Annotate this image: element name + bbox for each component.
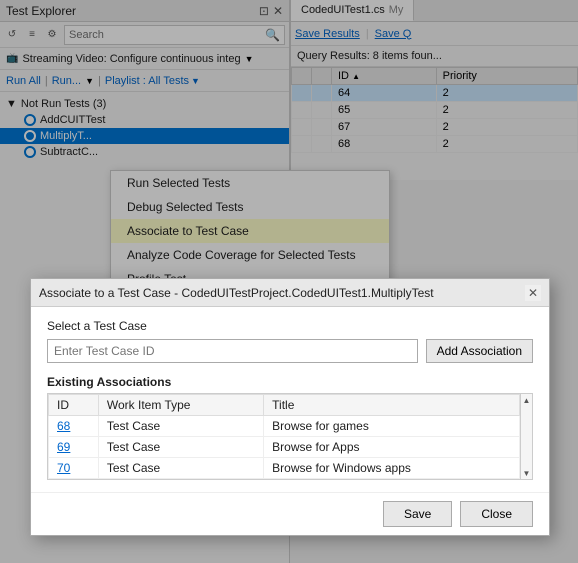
scrollbar-right[interactable]: ▲ ▼ [520,394,532,479]
modal-footer: Save Close [31,492,549,535]
assoc-col-title[interactable]: Title [264,395,520,416]
assoc-title: Browse for games [264,416,520,437]
assoc-type: Test Case [98,437,263,458]
assoc-type: Test Case [98,416,263,437]
assoc-table-wrapper: ID Work Item Type Title 68 Test Case Bro… [47,393,533,480]
assoc-id-link[interactable]: 68 [57,419,70,433]
associate-modal: Associate to a Test Case - CodedUITestPr… [30,278,550,536]
assoc-title: Browse for Windows apps [264,458,520,479]
assoc-id: 69 [49,437,99,458]
assoc-table-header: ID Work Item Type Title [49,395,520,416]
add-association-button[interactable]: Add Association [426,339,533,363]
assoc-row[interactable]: 70 Test Case Browse for Windows apps [49,458,520,479]
select-test-case-label: Select a Test Case [47,319,533,333]
assoc-id: 70 [49,458,99,479]
assoc-id: 68 [49,416,99,437]
close-button[interactable]: Close [460,501,533,527]
scroll-up-btn[interactable]: ▲ [521,394,533,406]
modal-titlebar: Associate to a Test Case - CodedUITestPr… [31,279,549,307]
scroll-down-btn[interactable]: ▼ [521,467,533,479]
save-button[interactable]: Save [383,501,452,527]
modal-body: Select a Test Case Add Association Exist… [31,307,549,492]
test-case-id-input[interactable] [47,339,418,363]
assoc-id-link[interactable]: 70 [57,461,70,475]
assoc-col-id[interactable]: ID [49,395,99,416]
assoc-row[interactable]: 68 Test Case Browse for games [49,416,520,437]
assoc-type: Test Case [98,458,263,479]
modal-close-button[interactable]: ✕ [525,285,541,301]
existing-label: Existing Associations [47,375,533,389]
assoc-row[interactable]: 69 Test Case Browse for Apps [49,437,520,458]
input-row: Add Association [47,339,533,363]
modal-title: Associate to a Test Case - CodedUITestPr… [39,286,434,300]
assoc-col-type[interactable]: Work Item Type [98,395,263,416]
existing-section: Existing Associations ID Work Item Type … [47,375,533,480]
assoc-id-link[interactable]: 69 [57,440,70,454]
assoc-title: Browse for Apps [264,437,520,458]
assoc-table: ID Work Item Type Title 68 Test Case Bro… [48,394,520,479]
